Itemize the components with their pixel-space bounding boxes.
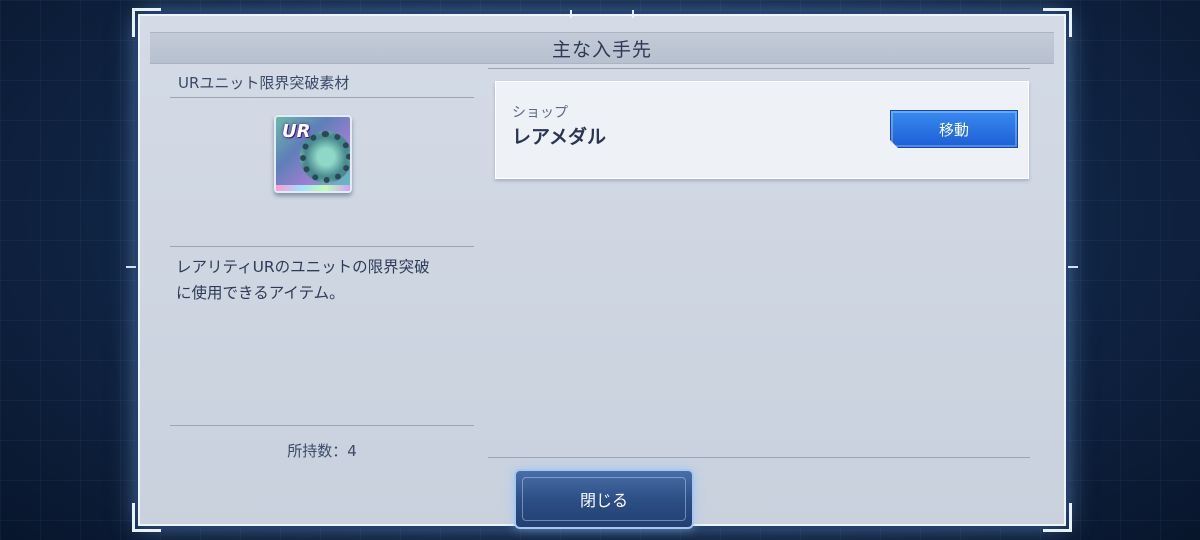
frame-tick: [1068, 266, 1078, 268]
owned-count: 所持数：4: [287, 442, 357, 460]
source-category: ショップ: [512, 105, 568, 121]
source-list: ショップ レアメダル 移動: [488, 68, 1030, 458]
frame-corner: [1043, 503, 1072, 532]
acquisition-dialog: 主な入手先 URユニット限界突破素材 UR レアリティURのユニットの限界突破 …: [126, 8, 1078, 532]
ur-badge: UR: [282, 121, 311, 142]
close-button-label: 閉じる: [579, 491, 628, 510]
dialog-title: 主な入手先: [551, 38, 652, 61]
close-button[interactable]: 閉じる: [514, 469, 694, 529]
item-description-line: レアリティURのユニットの限界突破: [176, 258, 430, 276]
ur-gear-icon: UR: [274, 115, 352, 193]
item-description-line: に使用できるアイテム。: [176, 284, 345, 302]
item-description: レアリティURのユニットの限界突破 に使用できるアイテム。: [176, 254, 472, 306]
frame-corner: [132, 503, 161, 532]
source-card: ショップ レアメダル 移動: [495, 81, 1029, 179]
dialog-title-bar: 主な入手先: [150, 32, 1054, 64]
rarity-strip: [276, 185, 350, 191]
item-name: URユニット限界突破素材: [170, 68, 474, 98]
divider: [170, 246, 474, 247]
frame-notch: [570, 10, 634, 18]
frame-tick: [126, 266, 136, 268]
item-detail-pane: URユニット限界突破素材 UR レアリティURのユニットの限界突破 に使用できる…: [170, 68, 474, 468]
item-icon-container: UR: [274, 115, 352, 195]
divider: [170, 425, 474, 426]
source-name: レアメダル: [512, 126, 607, 148]
move-button[interactable]: 移動: [890, 110, 1018, 148]
